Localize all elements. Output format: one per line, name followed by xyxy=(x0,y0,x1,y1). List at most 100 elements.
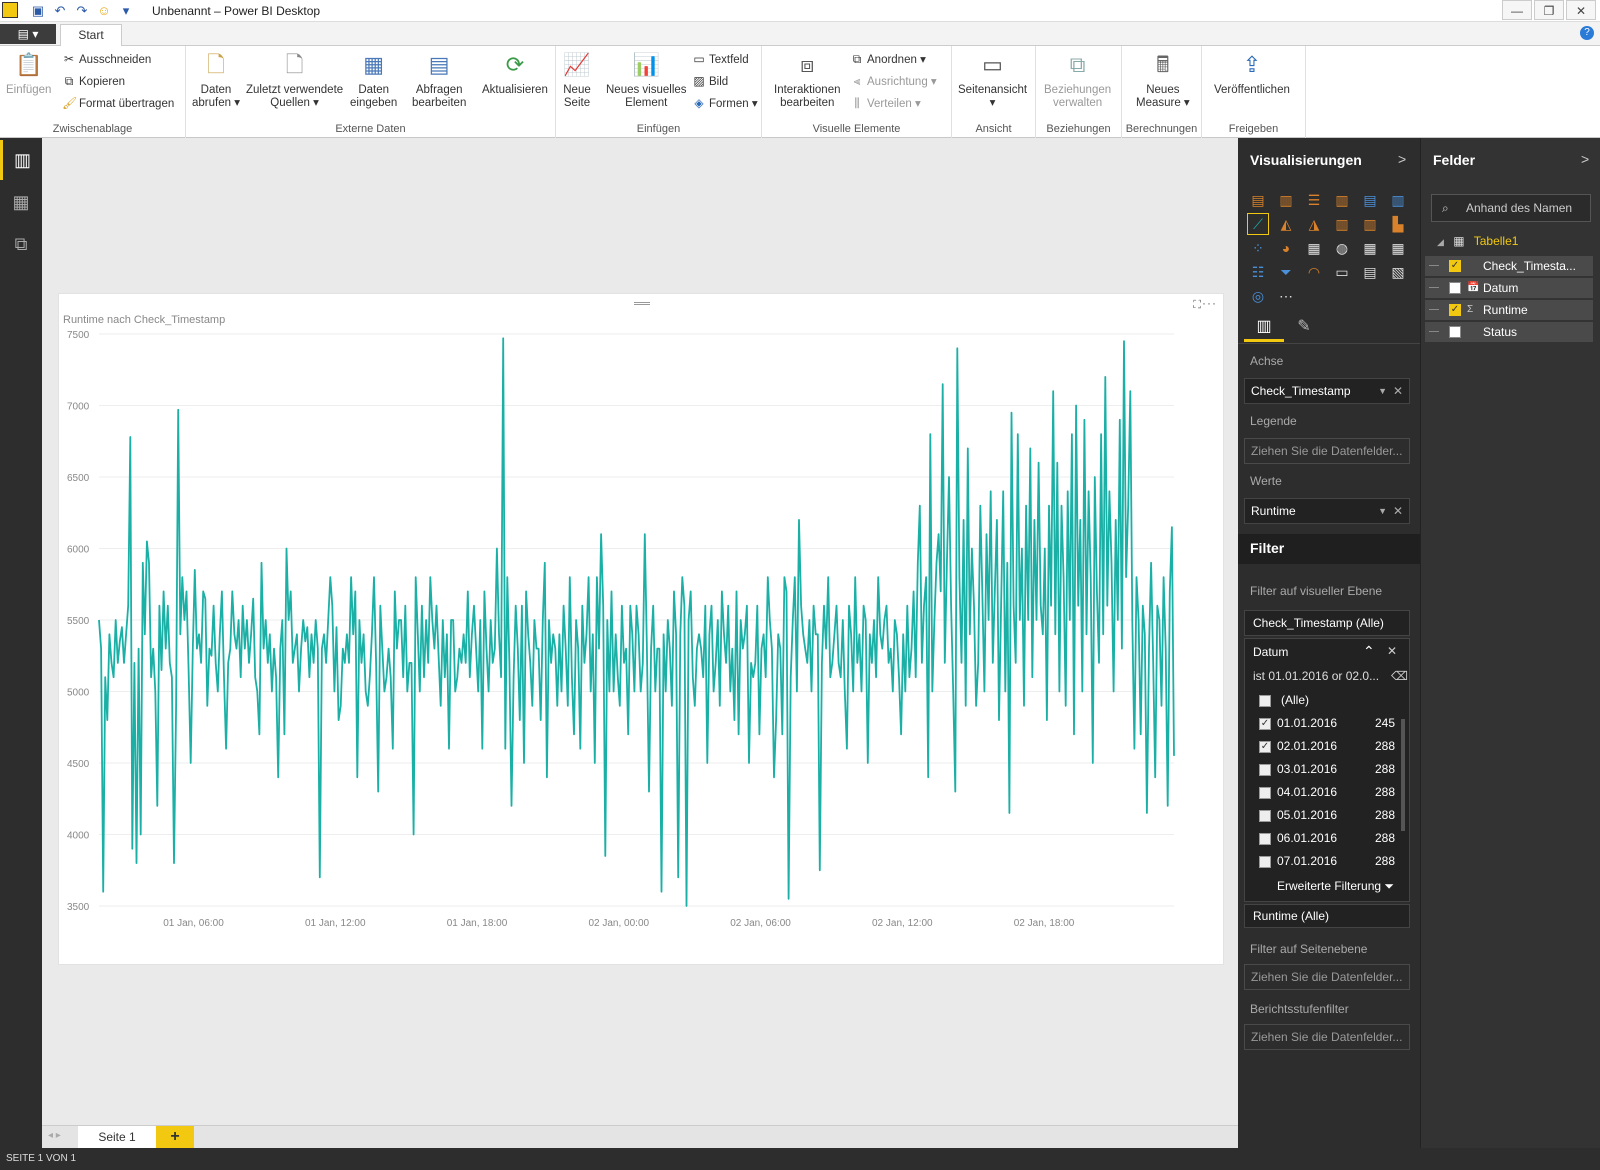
fields-tab-icon[interactable]: ▥ xyxy=(1244,312,1284,342)
edit-queries-button[interactable]: ▤ Abfragen bearbeiten xyxy=(412,50,466,110)
map-icon[interactable]: ◍ xyxy=(1332,238,1352,258)
clear-filter-icon[interactable]: ✕ xyxy=(1387,644,1397,658)
page-view-button[interactable]: ▭ Seitenansicht ▾ xyxy=(958,50,1027,110)
refresh-button[interactable]: ⟳ Aktualisieren xyxy=(482,50,548,97)
values-well[interactable]: Runtime ▼ ✕ xyxy=(1244,498,1410,524)
get-data-button[interactable]: 🗋 Daten abrufen ▾ xyxy=(192,50,240,110)
filter-checkbox[interactable] xyxy=(1259,856,1271,868)
gauge-icon[interactable]: ◠ xyxy=(1304,262,1324,282)
filter-checkbox[interactable] xyxy=(1259,810,1271,822)
filter-scrollbar[interactable] xyxy=(1401,719,1405,831)
field-checkbox[interactable]: ✓ xyxy=(1449,260,1461,272)
new-measure-button[interactable]: 🖩 Neues Measure ▾ xyxy=(1136,50,1190,110)
funnel-alt-icon[interactable]: ☷ xyxy=(1248,262,1268,282)
minimize-button[interactable]: — xyxy=(1502,0,1532,20)
page-nav-arrows[interactable]: ◂ ▸ xyxy=(48,1130,61,1141)
report-canvas[interactable]: ⛶ ··· Runtime nach Check_Timestamp 7500 7… xyxy=(42,138,1238,1125)
stacked-area-icon[interactable]: ◮ xyxy=(1304,214,1324,234)
file-menu-tab[interactable]: ▤ ▾ xyxy=(0,24,56,44)
filter-checkbox[interactable] xyxy=(1259,833,1271,845)
clustered-bar-icon[interactable]: ☰ xyxy=(1304,190,1324,210)
filter-checkbox[interactable]: ✓ xyxy=(1259,741,1271,753)
line-chart-visual[interactable]: ⛶ ··· Runtime nach Check_Timestamp 7500 7… xyxy=(58,293,1224,965)
axis-dropdown-icon[interactable]: ▼ xyxy=(1378,379,1387,403)
line-column-icon[interactable]: ▥ xyxy=(1332,214,1352,234)
waterfall-icon[interactable]: ▙ xyxy=(1388,214,1408,234)
field-row[interactable]: 📅 Datum xyxy=(1425,278,1593,298)
series-line-runtime[interactable] xyxy=(98,337,1175,907)
copy-button[interactable]: ⧉ Kopieren xyxy=(62,74,125,89)
percent-column-icon[interactable]: ▥ xyxy=(1388,190,1408,210)
help-icon[interactable]: ? xyxy=(1580,26,1594,40)
report-view-icon[interactable]: ▥ xyxy=(0,140,42,180)
funnel-icon[interactable]: ⏷ xyxy=(1276,262,1296,282)
slicer-icon[interactable]: ▧ xyxy=(1388,262,1408,282)
table-tabelle1[interactable]: ◢ ▦ Tabelle1 xyxy=(1437,234,1518,248)
card-icon[interactable]: ▭ xyxy=(1332,262,1352,282)
smiley-icon[interactable]: ☺ xyxy=(96,3,112,19)
advanced-filtering-link[interactable]: Erweiterte Filterung ⏷ xyxy=(1277,879,1394,894)
values-remove-icon[interactable]: ✕ xyxy=(1393,499,1403,523)
pie-icon[interactable]: ◕ xyxy=(1276,238,1296,258)
report-level-filter-well[interactable]: Ziehen Sie die Datenfelder... xyxy=(1244,1024,1410,1050)
close-button[interactable]: ✕ xyxy=(1566,0,1596,20)
page-tab-1[interactable]: Seite 1 xyxy=(78,1126,156,1149)
timestamp-filter-card[interactable]: Check_Timestamp (Alle) xyxy=(1244,610,1410,636)
cut-button[interactable]: ✂ Ausschneiden xyxy=(62,52,151,66)
new-visual-button[interactable]: 📊 Neues visuelles Element xyxy=(606,50,687,110)
paste-button[interactable]: 📋 Einfügen xyxy=(6,50,51,97)
distribute-button[interactable]: ⫼ Verteilen ▾ xyxy=(850,96,921,111)
data-view-icon[interactable]: ▦ xyxy=(0,182,42,222)
runtime-filter-card[interactable]: Runtime (Alle) xyxy=(1244,904,1410,928)
page-level-filter-well[interactable]: Ziehen Sie die Datenfelder... xyxy=(1244,964,1410,990)
format-paintbrush-icon[interactable]: ✎ xyxy=(1284,312,1324,342)
filter-checkbox[interactable] xyxy=(1259,695,1271,707)
collapse-fields-chevron-icon[interactable]: > xyxy=(1581,151,1589,167)
new-page-button[interactable]: 📈 Neue Seite xyxy=(562,50,592,110)
publish-button[interactable]: ⇪ Veröffentlichen xyxy=(1214,50,1290,97)
align-button[interactable]: ⫷ Ausrichtung ▾ xyxy=(850,74,937,89)
clustered-column-icon[interactable]: ▥ xyxy=(1332,190,1352,210)
manage-relationships-button[interactable]: ⧉ Beziehungen verwalten xyxy=(1044,50,1111,110)
treemap-icon[interactable]: ▦ xyxy=(1304,238,1324,258)
filter-checkbox[interactable]: ✓ xyxy=(1259,718,1271,730)
undo-icon[interactable]: ↶ xyxy=(52,3,68,19)
field-search-input[interactable]: ⌕ Anhand des Namen xyxy=(1431,194,1591,222)
table-icon[interactable]: ▦ xyxy=(1388,238,1408,258)
more-visuals-icon[interactable]: ⋯ xyxy=(1276,286,1296,306)
redo-icon[interactable]: ↷ xyxy=(74,3,90,19)
axis-well[interactable]: Check_Timestamp ▼ ✕ xyxy=(1244,378,1410,404)
textbox-button[interactable]: ▭ Textfeld xyxy=(692,52,748,66)
stacked-column-icon[interactable]: ▥ xyxy=(1276,190,1296,210)
customize-dropdown-icon[interactable]: ▾ xyxy=(118,3,134,19)
axis-remove-icon[interactable]: ✕ xyxy=(1393,379,1403,403)
percent-bar-icon[interactable]: ▤ xyxy=(1360,190,1380,210)
field-checkbox[interactable] xyxy=(1449,326,1461,338)
field-checkbox[interactable] xyxy=(1449,282,1461,294)
image-button[interactable]: ▨ Bild xyxy=(692,74,728,88)
collapse-filter-chevron-icon[interactable]: ⌃ xyxy=(1363,643,1375,660)
stacked-bar-icon[interactable]: ▤ xyxy=(1248,190,1268,210)
add-page-button[interactable]: + xyxy=(156,1126,194,1149)
recent-sources-button[interactable]: 🗋 Zuletzt verwendete Quellen ▾ xyxy=(246,50,343,110)
tab-start[interactable]: Start xyxy=(60,24,122,47)
filter-checkbox[interactable] xyxy=(1259,787,1271,799)
line-chart-icon[interactable]: ⟋ xyxy=(1247,213,1269,235)
scatter-icon[interactable]: ⁘ xyxy=(1248,238,1268,258)
multirow-card-icon[interactable]: ▤ xyxy=(1360,262,1380,282)
field-row[interactable]: ✓ Check_Timesta... xyxy=(1425,256,1593,276)
edit-interactions-button[interactable]: ⧈ Interaktionen bearbeiten xyxy=(774,50,841,110)
legend-well[interactable]: Ziehen Sie die Datenfelder... xyxy=(1244,438,1410,464)
collapse-viz-chevron-icon[interactable]: > xyxy=(1398,151,1406,167)
donut-icon[interactable]: ◎ xyxy=(1248,286,1268,306)
format-painter-button[interactable]: 🖌 Format übertragen xyxy=(62,96,174,110)
enter-data-button[interactable]: ▦ Daten eingeben xyxy=(350,50,397,110)
save-icon[interactable]: ▣ xyxy=(30,3,46,19)
shapes-button[interactable]: ◈ Formen ▾ xyxy=(692,96,757,110)
relationship-view-icon[interactable]: ⧉ xyxy=(0,224,42,264)
maximize-button[interactable]: ❐ xyxy=(1534,0,1564,20)
eraser-icon[interactable]: ⌫ xyxy=(1391,669,1408,683)
filter-checkbox[interactable] xyxy=(1259,764,1271,776)
field-checkbox[interactable]: ✓ xyxy=(1449,304,1461,316)
line-clustered-column-icon[interactable]: ▥ xyxy=(1360,214,1380,234)
